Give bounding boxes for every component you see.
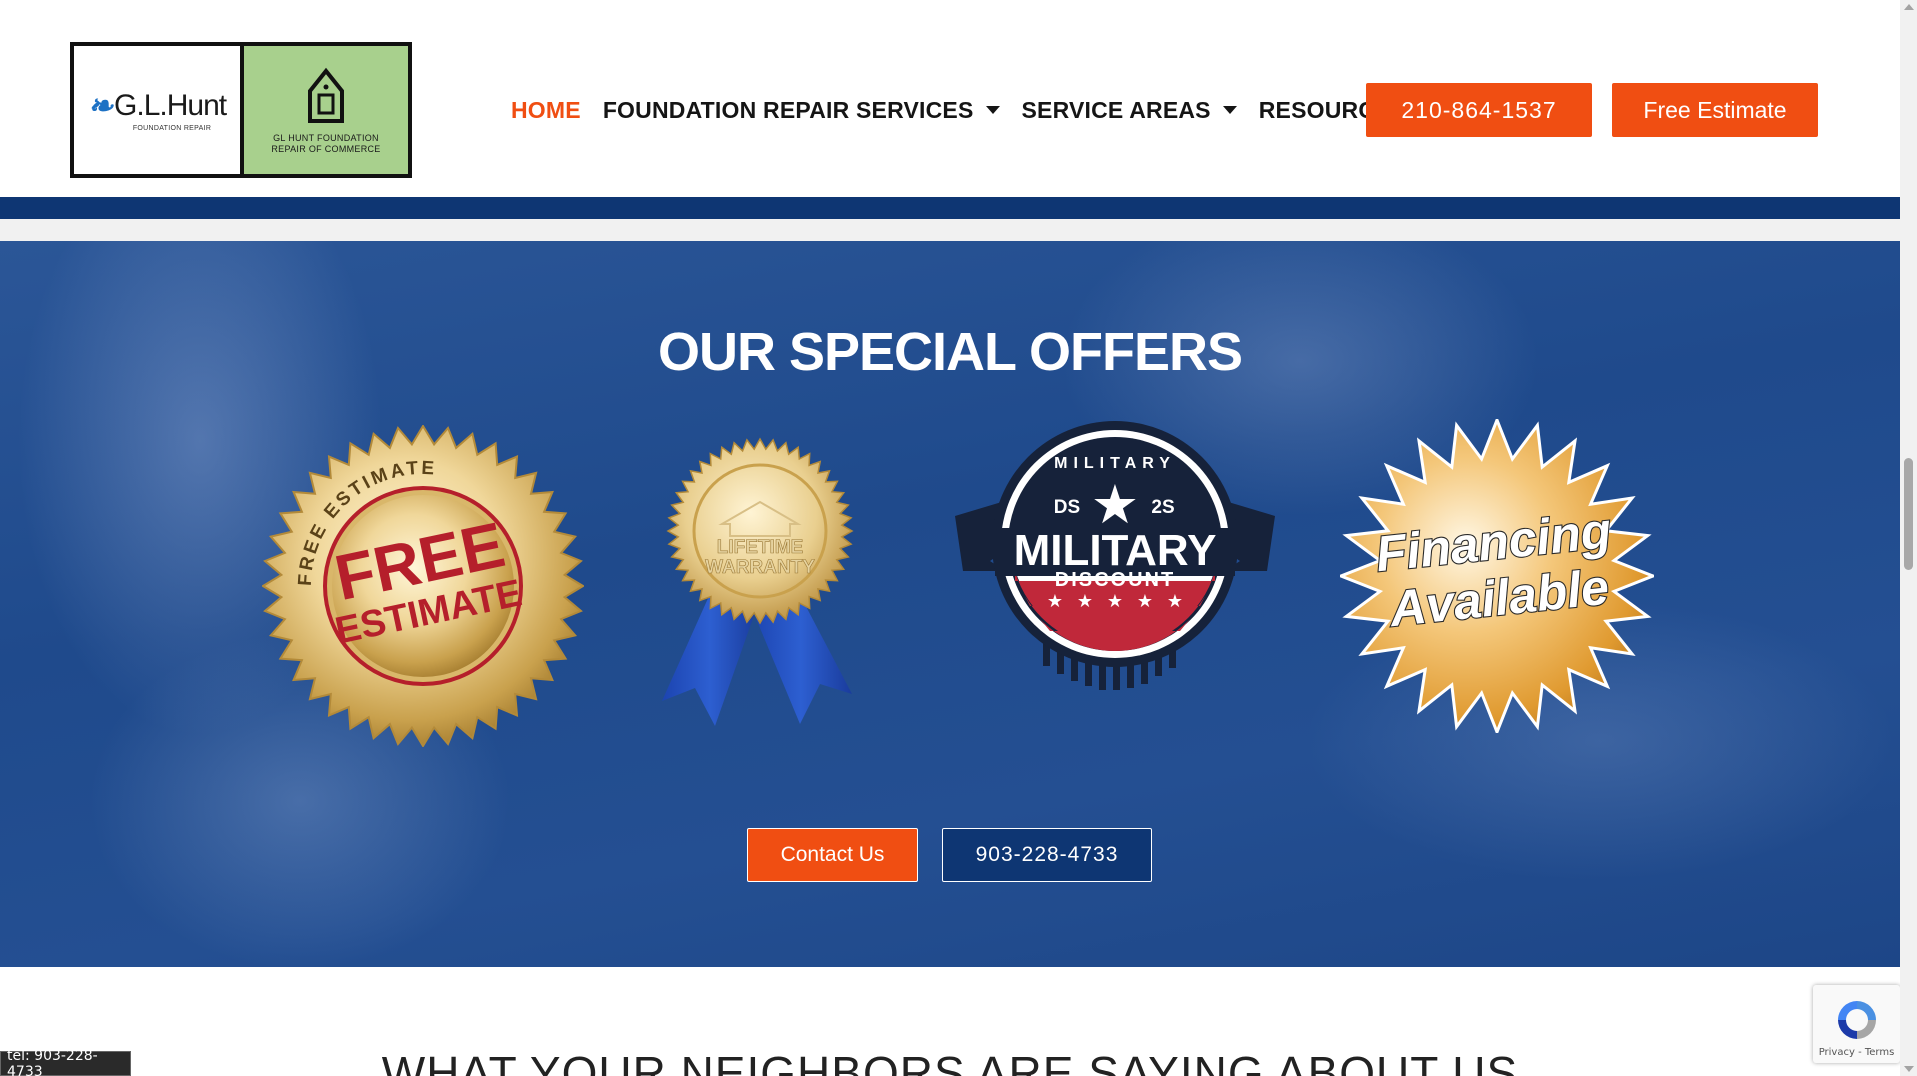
recaptcha-icon [1837, 1001, 1876, 1039]
free-estimate-badge: FREE ESTIMATE FREE ESTIMATE [262, 425, 584, 747]
military-discount-badge: ★ ★ ★ ★ ★ MILITARY ★ DS 2S MILITARY DISC… [945, 421, 1285, 731]
free-estimate-button[interactable]: Free Estimate [1612, 83, 1818, 137]
lifetime-warranty-line1: LIFETIME [717, 537, 804, 558]
page-scrollbar[interactable] [1900, 0, 1917, 1076]
military-left-code: DS [1054, 497, 1080, 518]
header-gray-divider [0, 219, 1900, 241]
star-icon: ★ [1107, 591, 1123, 612]
military-sub-text: DISCOUNT [1055, 569, 1175, 591]
military-right-code: 2S [1151, 497, 1174, 518]
logo-brand-text: G.L.Hunt [114, 89, 227, 122]
scroll-down-arrow-icon[interactable] [1904, 1066, 1914, 1072]
military-arc-text: MILITARY [1054, 455, 1176, 472]
free-estimate-seal-icon: FREE ESTIMATE FREE ESTIMATE [262, 425, 584, 747]
lifetime-warranty-ribbon-icon: LIFETIME WARRANTY [662, 437, 854, 726]
star-icon: ★ [1047, 591, 1063, 612]
caret-down-icon [1222, 106, 1237, 114]
nav-foundation-repair-services-label: FOUNDATION REPAIR SERVICES [602, 96, 974, 123]
nav-home[interactable]: HOME [511, 97, 581, 124]
header-blue-divider [0, 197, 1900, 219]
lifetime-warranty-line2: WARRANTY [705, 557, 815, 578]
header-phone-button[interactable]: 210-864-1537 [1366, 83, 1592, 137]
texas-map-icon: ❧ [87, 89, 113, 123]
star-icon: ★ [1167, 591, 1183, 612]
logo-caption-line1: GL HUNT FOUNDATION [273, 133, 379, 143]
nav-service-areas-label: SERVICE AREAS [1021, 96, 1211, 123]
nav-home-label: HOME [511, 96, 581, 123]
logo-caption-line2: REPAIR OF COMMERCE [271, 144, 381, 154]
house-icon [308, 67, 344, 123]
military-main-text: MILITARY [1014, 526, 1217, 575]
site-header: ❧ G.L.Hunt FOUNDATION REPAIR GL HUNT FOU… [0, 0, 1900, 197]
logo-brand-sub: FOUNDATION REPAIR [132, 124, 212, 132]
hero-phone-button[interactable]: 903-228-4733 [942, 828, 1152, 882]
special-offers-title: OUR SPECIAL OFFERS [657, 322, 1243, 382]
testimonials-heading: WHAT YOUR NEIGHBORS ARE SAYING ABOUT US [381, 1047, 1519, 1076]
logo-wordmark: ❧ G.L.Hunt [87, 89, 227, 124]
logo-brand-panel: ❧ G.L.Hunt FOUNDATION REPAIR [74, 46, 244, 174]
logo-caption: GL HUNT FOUNDATION REPAIR OF COMMERCE [271, 133, 380, 155]
financing-available-badge: Financing Available [1340, 419, 1654, 733]
scrollbar-thumb[interactable] [1904, 458, 1913, 570]
site-logo[interactable]: ❧ G.L.Hunt FOUNDATION REPAIR GL HUNT FOU… [70, 42, 412, 178]
special-offers-section: OUR SPECIAL OFFERS FREE ESTIMATE FREE ES… [0, 241, 1900, 967]
scroll-up-arrow-icon[interactable] [1904, 4, 1914, 10]
contact-us-button[interactable]: Contact Us [747, 828, 918, 882]
nav-foundation-repair-services[interactable]: FOUNDATION REPAIR SERVICES [603, 97, 1000, 124]
military-discount-shield-icon: ★ ★ ★ ★ ★ MILITARY ★ DS 2S MILITARY DISC… [955, 421, 1275, 690]
star-icon: ★ [1077, 591, 1093, 612]
nav-service-areas[interactable]: SERVICE AREAS [1022, 97, 1237, 124]
caret-down-icon [985, 106, 1000, 114]
recaptcha-badge[interactable]: Privacy - Terms [1813, 985, 1900, 1063]
star-icon: ★ [1137, 591, 1153, 612]
logo-commerce-panel: GL HUNT FOUNDATION REPAIR OF COMMERCE [244, 46, 408, 174]
main-nav: HOME FOUNDATION REPAIR SERVICES SERVICE … [511, 94, 1454, 126]
recaptcha-links[interactable]: Privacy - Terms [1819, 1047, 1895, 1058]
lifetime-warranty-badge: LIFETIME WARRANTY [640, 436, 880, 746]
link-status-tooltip: tel: 903-228-4733 [0, 1048, 131, 1076]
financing-starburst-icon: Financing Available [1340, 419, 1654, 733]
